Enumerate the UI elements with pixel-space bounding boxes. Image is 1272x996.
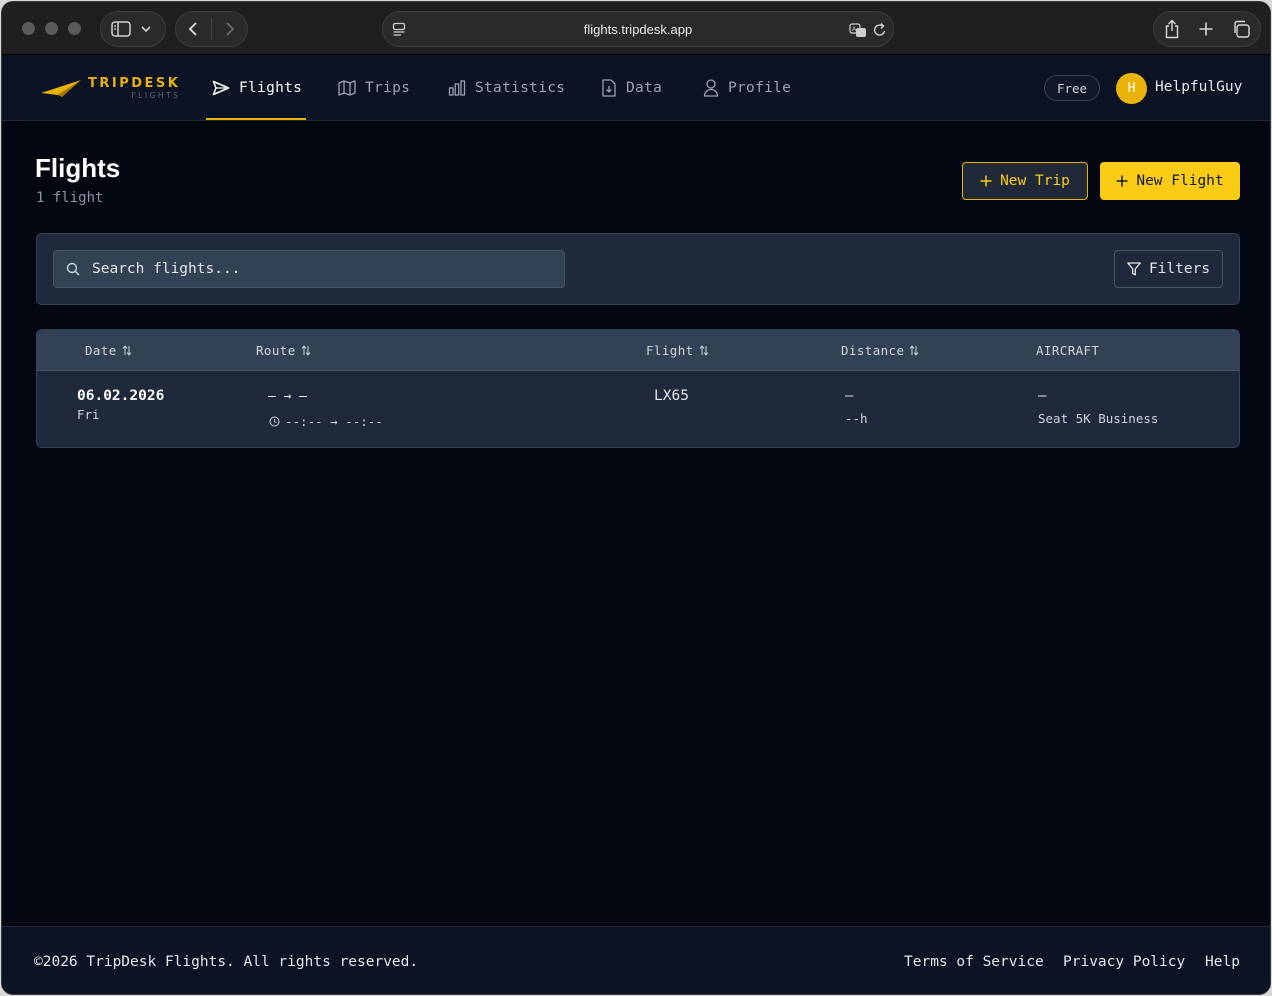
new-flight-label: New Flight bbox=[1136, 173, 1224, 189]
aircraft-header-label: AIRCRAFT bbox=[1036, 343, 1100, 358]
send-icon bbox=[212, 80, 230, 96]
nav-flights-label: Flights bbox=[239, 79, 303, 96]
flights-table: Date Route Flight Distance AIRCRAFT 06.0… bbox=[36, 329, 1240, 448]
flight-header-label: Flight bbox=[646, 343, 694, 358]
sort-icon bbox=[122, 345, 132, 356]
nav-data[interactable]: Data bbox=[601, 55, 662, 120]
flight-date: 06.02.2026 bbox=[77, 388, 165, 404]
flight-route: — → — bbox=[268, 389, 308, 404]
nav-flights[interactable]: Flights bbox=[205, 55, 307, 120]
copyright: ©2026 TripDesk Flights. All rights reser… bbox=[34, 954, 419, 970]
flight-duration: --h bbox=[845, 411, 868, 426]
search-panel: Filters bbox=[36, 233, 1240, 305]
sort-date-header[interactable]: Date bbox=[85, 343, 132, 358]
new-trip-button[interactable]: New Trip bbox=[962, 162, 1088, 200]
nav-statistics[interactable]: Statistics bbox=[448, 55, 565, 120]
flight-distance: — bbox=[845, 388, 854, 404]
search-icon bbox=[66, 262, 80, 276]
nav-statistics-label: Statistics bbox=[475, 79, 566, 96]
browser-actions bbox=[1153, 11, 1261, 47]
route-header-label: Route bbox=[256, 343, 296, 358]
plus-icon bbox=[980, 175, 992, 187]
page-settings-icon[interactable] bbox=[392, 22, 406, 38]
page-title: Flights bbox=[35, 153, 121, 183]
reload-icon[interactable] bbox=[873, 22, 887, 38]
privacy-link[interactable]: Privacy Policy bbox=[1063, 954, 1185, 970]
sort-icon bbox=[301, 345, 311, 356]
close-window-button[interactable] bbox=[22, 22, 35, 35]
translate-icon[interactable]: A bbox=[849, 22, 867, 38]
back-icon[interactable] bbox=[188, 21, 198, 37]
flight-count: 1 flight bbox=[36, 190, 104, 206]
sort-icon bbox=[699, 345, 709, 356]
minimize-window-button[interactable] bbox=[45, 22, 58, 35]
browser-toolbar: flights.tripdesk.app A bbox=[2, 2, 1270, 55]
nav-data-label: Data bbox=[626, 79, 663, 96]
forward-icon[interactable] bbox=[225, 21, 235, 37]
flight-seat: Seat 5K Business bbox=[1038, 411, 1159, 426]
map-icon bbox=[338, 79, 356, 96]
search-input[interactable] bbox=[92, 251, 552, 287]
sort-flight-header[interactable]: Flight bbox=[646, 343, 709, 358]
new-flight-button[interactable]: New Flight bbox=[1100, 162, 1240, 200]
zoom-window-button[interactable] bbox=[68, 22, 81, 35]
flight-aircraft: — bbox=[1038, 388, 1047, 404]
nav-trips-label: Trips bbox=[365, 79, 411, 96]
brand-name: TRIPDESK bbox=[88, 75, 181, 91]
avatar[interactable]: H bbox=[1116, 73, 1147, 104]
history-nav bbox=[175, 11, 248, 47]
share-icon[interactable] bbox=[1164, 19, 1180, 39]
search-field[interactable] bbox=[53, 250, 565, 288]
flight-weekday: Fri bbox=[77, 407, 100, 422]
table-row[interactable]: 06.02.2026 Fri — → — --:-- → --:-- LX65 … bbox=[37, 371, 1239, 447]
tab-overview-icon[interactable] bbox=[1232, 20, 1250, 38]
sort-distance-header[interactable]: Distance bbox=[841, 343, 919, 358]
clock-icon bbox=[269, 416, 280, 427]
chevron-down-icon bbox=[141, 25, 151, 33]
url-text: flights.tripdesk.app bbox=[583, 21, 693, 37]
tripdesk-logo[interactable]: TRIPDESK FLIGHTS bbox=[40, 73, 180, 103]
flight-times-text: --:-- → --:-- bbox=[285, 414, 383, 429]
plane-logo-icon bbox=[40, 77, 82, 99]
plus-icon bbox=[1116, 175, 1128, 187]
distance-header-label: Distance bbox=[841, 343, 905, 358]
date-header-label: Date bbox=[85, 343, 117, 358]
nav-profile[interactable]: Profile bbox=[703, 55, 791, 120]
plan-badge: Free bbox=[1044, 75, 1100, 101]
table-header: Date Route Flight Distance AIRCRAFT bbox=[37, 330, 1239, 371]
nav-profile-label: Profile bbox=[728, 79, 792, 96]
sidebar-toggle-button[interactable] bbox=[100, 11, 166, 47]
filter-icon bbox=[1127, 262, 1141, 276]
bar-chart-icon bbox=[448, 79, 466, 96]
new-tab-icon[interactable] bbox=[1199, 22, 1213, 36]
browser-window: flights.tripdesk.app A TRIPDESK FLIGHTS … bbox=[1, 1, 1271, 995]
sort-icon bbox=[909, 345, 919, 356]
new-trip-label: New Trip bbox=[1000, 173, 1070, 189]
filters-label: Filters bbox=[1148, 261, 1211, 277]
user-icon bbox=[703, 78, 719, 97]
file-download-icon bbox=[601, 78, 617, 97]
sort-route-header[interactable]: Route bbox=[256, 343, 311, 358]
username[interactable]: HelpfulGuy bbox=[1155, 79, 1242, 95]
brand-subtitle: FLIGHTS bbox=[131, 90, 181, 100]
nav-trips[interactable]: Trips bbox=[338, 55, 410, 120]
footer: ©2026 TripDesk Flights. All rights reser… bbox=[2, 926, 1270, 994]
flight-number: LX65 bbox=[654, 388, 689, 404]
address-bar[interactable]: flights.tripdesk.app A bbox=[382, 11, 894, 47]
aircraft-header: AIRCRAFT bbox=[1036, 343, 1099, 358]
terms-link[interactable]: Terms of Service bbox=[904, 954, 1044, 970]
sidebar-icon bbox=[111, 21, 131, 37]
help-link[interactable]: Help bbox=[1205, 954, 1240, 970]
filters-button[interactable]: Filters bbox=[1114, 250, 1223, 288]
flight-times: --:-- → --:-- bbox=[269, 414, 383, 429]
